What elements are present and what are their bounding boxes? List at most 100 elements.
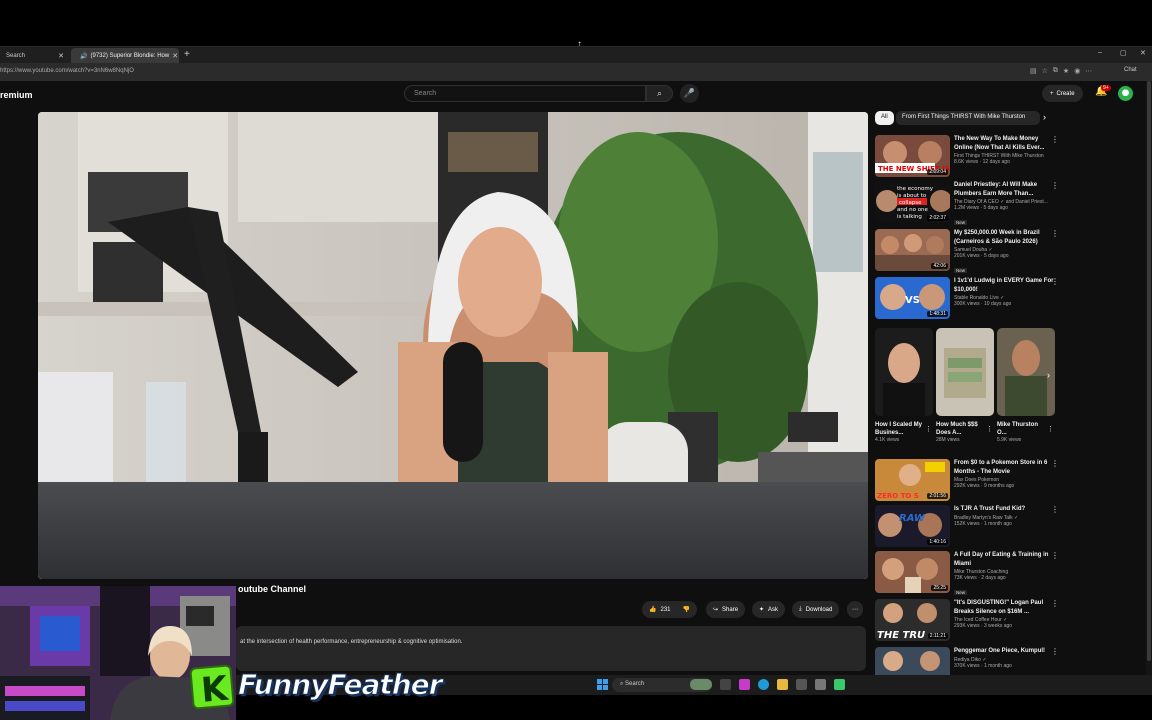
more-vert-icon[interactable]: ⋮ xyxy=(1051,181,1059,190)
more-vert-icon[interactable]: ⋮ xyxy=(1051,459,1059,468)
short-title[interactable]: How Much $$$ Does A... xyxy=(936,421,986,437)
scrollbar-thumb[interactable] xyxy=(1147,81,1151,661)
description-box[interactable]: at the intersection of health performanc… xyxy=(236,626,866,671)
microphone-icon[interactable]: 🎤 xyxy=(680,84,699,103)
short-item[interactable]: How Much $$$ Does A... 28M views ⋮ xyxy=(936,328,994,443)
short-title[interactable]: Mike Thurston O... xyxy=(997,421,1047,437)
chip-all[interactable]: All xyxy=(875,111,894,125)
more-vert-icon[interactable]: ⋮ xyxy=(986,425,993,433)
short-title[interactable]: How I Scaled My Busines... xyxy=(875,421,925,437)
browser-tab-active[interactable]: 🔊 (9732) Superior Blondie: How ✕ xyxy=(71,48,179,64)
app-icon[interactable] xyxy=(815,679,826,690)
store-icon[interactable] xyxy=(796,679,807,690)
list-item[interactable]: VS 1:48:31 I 1v1'd Ludwig in EVERY Game … xyxy=(875,277,1065,321)
list-item[interactable]: the economy is about to collapse and no one… xyxy=(875,181,1065,225)
short-thumbnail[interactable] xyxy=(875,328,933,416)
chevron-right-icon[interactable]: › xyxy=(1043,112,1046,122)
video-thumbnail[interactable]: THE NEW SHIFT IS HE 2:09:04 xyxy=(875,135,950,177)
copilot-icon[interactable] xyxy=(739,679,750,690)
file-explorer-icon[interactable] xyxy=(777,679,788,690)
duration-badge: 1:40:16 xyxy=(927,539,948,545)
more-vert-icon[interactable]: ⋮ xyxy=(1051,277,1059,286)
url-field[interactable]: https://www.youtube.com/watch?v=3nN6w8Nq… xyxy=(0,68,134,74)
copilot-chat-button[interactable]: Chat xyxy=(1124,67,1137,73)
video-stats: 300K views · 10 days ago xyxy=(954,301,1012,307)
list-item[interactable]: RAW 1:40:16 Is TJR A Trust Fund Kid? Bra… xyxy=(875,505,1065,549)
list-item[interactable]: 25:25 A Full Day of Eating & Training in… xyxy=(875,551,1065,595)
windows-start-icon[interactable] xyxy=(597,679,608,690)
bookmark-star-icon[interactable]: ☆ xyxy=(1042,67,1048,75)
browser-tab[interactable]: Search ✕ xyxy=(0,48,70,64)
youtube-premium-logo[interactable]: remium xyxy=(0,90,33,100)
favorites-icon[interactable]: ★ xyxy=(1063,67,1069,75)
share-button[interactable]: ↪ Share xyxy=(706,601,746,618)
thumbs-down-icon[interactable]: 👎 xyxy=(683,606,690,613)
reader-icon[interactable]: ▤ xyxy=(1030,67,1037,75)
more-vert-icon[interactable]: ⋮ xyxy=(1051,505,1059,514)
duration-badge: 2:09:04 xyxy=(927,169,948,175)
video-title[interactable]: The New Way To Make Money Online (Now Th… xyxy=(954,135,1054,152)
maximize-button[interactable]: ▢ xyxy=(1120,49,1127,57)
video-title[interactable]: From $0 to a Pokemon Store in 6 Months -… xyxy=(954,459,1054,476)
minimize-button[interactable]: – xyxy=(1098,49,1102,56)
extension-toolbar: ▤ ☆ ⧉ ★ ◉ ⋯ xyxy=(1030,67,1092,75)
close-tab-icon[interactable]: ✕ xyxy=(58,52,64,60)
video-thumbnail[interactable]: 25:25 xyxy=(875,551,950,593)
video-title[interactable]: Penggemar One Piece, Kumpul! xyxy=(954,647,1054,656)
more-vert-icon[interactable]: ⋮ xyxy=(1051,229,1059,238)
more-actions-button[interactable]: ⋯ xyxy=(847,601,863,618)
like-button[interactable]: 👍 231 👎 xyxy=(642,601,697,618)
video-thumbnail[interactable]: the economy is about to collapse and no one… xyxy=(875,181,950,223)
list-item[interactable]: 42:06 My $250,000.00 Week in Brazil (Car… xyxy=(875,229,1065,273)
more-vert-icon[interactable]: ⋮ xyxy=(1051,135,1059,144)
video-thumbnail[interactable]: ZERO TO S 2:01:56 xyxy=(875,459,950,501)
more-vert-icon[interactable]: ⋮ xyxy=(925,425,932,433)
shorts-shelf: How I Scaled My Busines... 4.1K views ⋮ … xyxy=(875,328,1060,454)
thumbnail-caption: ZERO TO S xyxy=(877,492,919,500)
streamer-logo: K xyxy=(189,664,235,711)
video-title[interactable]: Daniel Priestley: AI Will Make Plumbers … xyxy=(954,181,1054,198)
ask-button[interactable]: ✦ Ask xyxy=(752,601,786,618)
speaker-icon[interactable]: 🔊 xyxy=(80,53,87,60)
chip-from-channel[interactable]: From First Things THIRST With Mike Thurs… xyxy=(896,111,1040,125)
video-title[interactable]: "It's DISGUSTING!" Logan Paul Breaks Sil… xyxy=(954,599,1054,616)
app-icon[interactable] xyxy=(834,679,845,690)
video-title[interactable]: I 1v1'd Ludwig in EVERY Game For $10,000… xyxy=(954,277,1054,294)
search-icon[interactable]: ⌕ xyxy=(646,85,673,102)
profile-icon[interactable]: ◉ xyxy=(1074,67,1080,75)
short-item[interactable]: Mike Thurston O... 5.9K views ⋮ xyxy=(997,328,1055,443)
more-vert-icon[interactable]: ⋮ xyxy=(1051,647,1059,656)
video-thumbnail[interactable]: 42:06 xyxy=(875,229,950,271)
more-vert-icon[interactable]: ⋮ xyxy=(1051,551,1059,560)
download-button[interactable]: ⤓ Download xyxy=(792,601,840,618)
video-thumbnail[interactable] xyxy=(875,647,950,675)
video-title[interactable]: A Full Day of Eating & Training in Miami xyxy=(954,551,1054,568)
create-button[interactable]: + Create xyxy=(1042,85,1083,102)
video-thumbnail[interactable]: THE TRU 2:11:21 xyxy=(875,599,950,641)
close-tab-icon[interactable]: ✕ xyxy=(172,52,178,60)
chevron-right-icon[interactable]: › xyxy=(1047,370,1050,380)
task-view-icon[interactable] xyxy=(720,679,731,690)
video-thumbnail[interactable]: RAW 1:40:16 xyxy=(875,505,950,547)
edge-browser-icon[interactable] xyxy=(758,679,769,690)
close-window-button[interactable]: ✕ xyxy=(1140,49,1146,57)
video-title[interactable]: Is TJR A Trust Fund Kid? xyxy=(954,505,1054,514)
more-menu-icon[interactable]: ⋯ xyxy=(1085,67,1092,75)
more-vert-icon[interactable]: ⋮ xyxy=(1047,425,1054,433)
new-tab-button[interactable]: + xyxy=(184,49,190,60)
search-input[interactable]: Search xyxy=(404,85,646,102)
widgets-icon[interactable] xyxy=(690,679,712,690)
list-item[interactable]: THE TRU 2:11:21 "It's DISGUSTING!" Logan… xyxy=(875,599,1065,643)
list-item[interactable]: THE NEW SHIFT IS HE 2:09:04 The New Way … xyxy=(875,135,1065,179)
video-thumbnail[interactable]: VS 1:48:31 xyxy=(875,277,950,319)
video-player[interactable] xyxy=(38,112,868,579)
video-stats: 292K views · 9 months ago xyxy=(954,483,1015,489)
list-item[interactable]: ZERO TO S 2:01:56 From $0 to a Pokemon S… xyxy=(875,459,1065,503)
more-vert-icon[interactable]: ⋮ xyxy=(1051,599,1059,608)
extension-icon[interactable]: ⧉ xyxy=(1053,67,1058,75)
list-item[interactable]: Penggemar One Piece, Kumpul! Rediya Diko… xyxy=(875,647,1065,675)
short-item[interactable]: How I Scaled My Busines... 4.1K views ⋮ xyxy=(875,328,933,443)
account-avatar[interactable] xyxy=(1118,86,1133,101)
short-thumbnail[interactable] xyxy=(936,328,994,416)
video-title[interactable]: My $250,000.00 Week in Brazil (Carneiros… xyxy=(954,229,1054,246)
